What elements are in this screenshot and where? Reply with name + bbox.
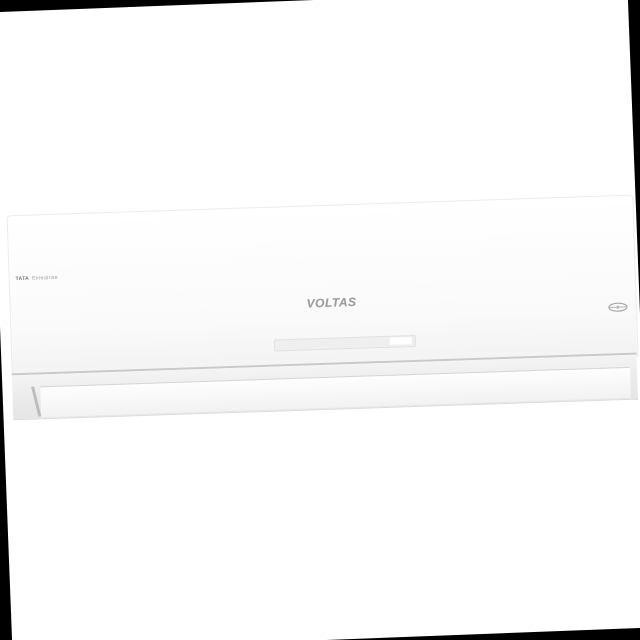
air-conditioner-unit: TATA Enterprise VOLTAS [6, 194, 639, 436]
display-strip [273, 334, 417, 352]
image-stage: TATA Enterprise VOLTAS [0, 0, 640, 640]
voltas-logo: VOLTAS [306, 294, 357, 311]
corner-brand-text: Enterprise [31, 274, 58, 282]
ac-front-panel: TATA Enterprise VOLTAS [6, 194, 639, 378]
remote-sensor-icon [608, 302, 628, 312]
corner-brand-tag: TATA Enterprise [16, 275, 58, 282]
display-window [389, 337, 413, 345]
corner-brand-strong: TATA [15, 275, 30, 283]
